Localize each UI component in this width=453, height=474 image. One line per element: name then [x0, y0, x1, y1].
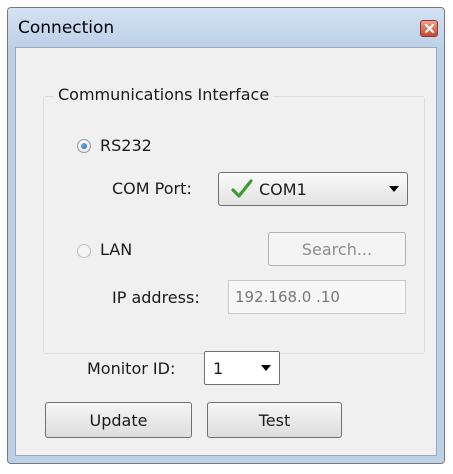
title-bar[interactable]: Connection [8, 8, 444, 46]
group-title: Communications Interface [54, 85, 274, 104]
update-button[interactable]: Update [45, 402, 192, 438]
monitor-id-dropdown[interactable]: 1 [204, 351, 280, 385]
rs232-label[interactable]: RS232 [100, 136, 152, 155]
close-icon [424, 24, 434, 33]
com-port-dropdown[interactable]: COM1 [218, 172, 408, 206]
connection-dialog: Connection Communications Interface RS23… [7, 7, 445, 464]
dialog-client-area: Communications Interface RS232 COM Port:… [15, 47, 437, 456]
search-button[interactable]: Search... [268, 232, 406, 266]
ip-address-label: IP address: [112, 288, 200, 307]
com-port-label: COM Port: [112, 179, 192, 198]
green-check-icon [231, 179, 253, 198]
monitor-id-value: 1 [213, 358, 224, 378]
test-button[interactable]: Test [207, 402, 342, 438]
communications-interface-group: Communications Interface [43, 85, 425, 354]
com-port-value: COM1 [259, 179, 307, 199]
lan-label[interactable]: LAN [100, 240, 132, 259]
lan-radio[interactable] [77, 244, 91, 258]
chevron-down-icon [261, 365, 271, 371]
window-title: Connection [18, 18, 115, 38]
chevron-down-icon [389, 186, 399, 192]
monitor-id-label: Monitor ID: [87, 359, 176, 378]
close-button[interactable] [420, 20, 438, 37]
rs232-radio[interactable] [77, 139, 91, 153]
ip-address-field[interactable]: 192.168.0 .10 [228, 280, 406, 314]
